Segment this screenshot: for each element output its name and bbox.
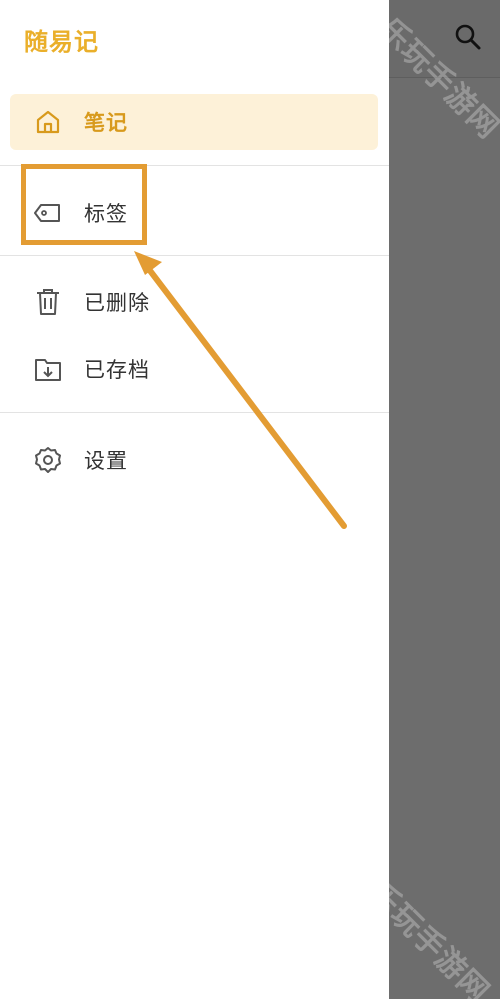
tag-icon — [34, 199, 62, 227]
drawer-item-archive[interactable]: 已存档 — [10, 341, 378, 397]
navigation-drawer: 随易记 笔记 标签 已删除 已存档 设置 — [0, 0, 389, 999]
drawer-item-trash[interactable]: 已删除 — [10, 274, 378, 330]
trash-icon — [34, 288, 62, 316]
divider — [0, 165, 389, 166]
drawer-item-label: 笔记 — [84, 111, 128, 135]
main-screen-scrim[interactable] — [389, 0, 500, 999]
drawer-item-label: 标签 — [84, 202, 128, 226]
archive-icon — [34, 355, 62, 383]
app-title: 随易记 — [24, 28, 99, 56]
divider — [0, 255, 389, 256]
drawer-item-tags[interactable]: 标签 — [10, 185, 378, 241]
drawer-item-notes[interactable]: 笔记 — [10, 94, 378, 150]
drawer-item-settings[interactable]: 设置 — [10, 432, 378, 488]
home-icon — [34, 108, 62, 136]
drawer-item-label: 已删除 — [84, 291, 150, 315]
drawer-item-label: 设置 — [84, 449, 128, 473]
drawer-item-label: 已存档 — [84, 358, 150, 382]
search-icon[interactable] — [453, 22, 483, 52]
gear-icon — [34, 446, 62, 474]
divider — [0, 412, 389, 413]
